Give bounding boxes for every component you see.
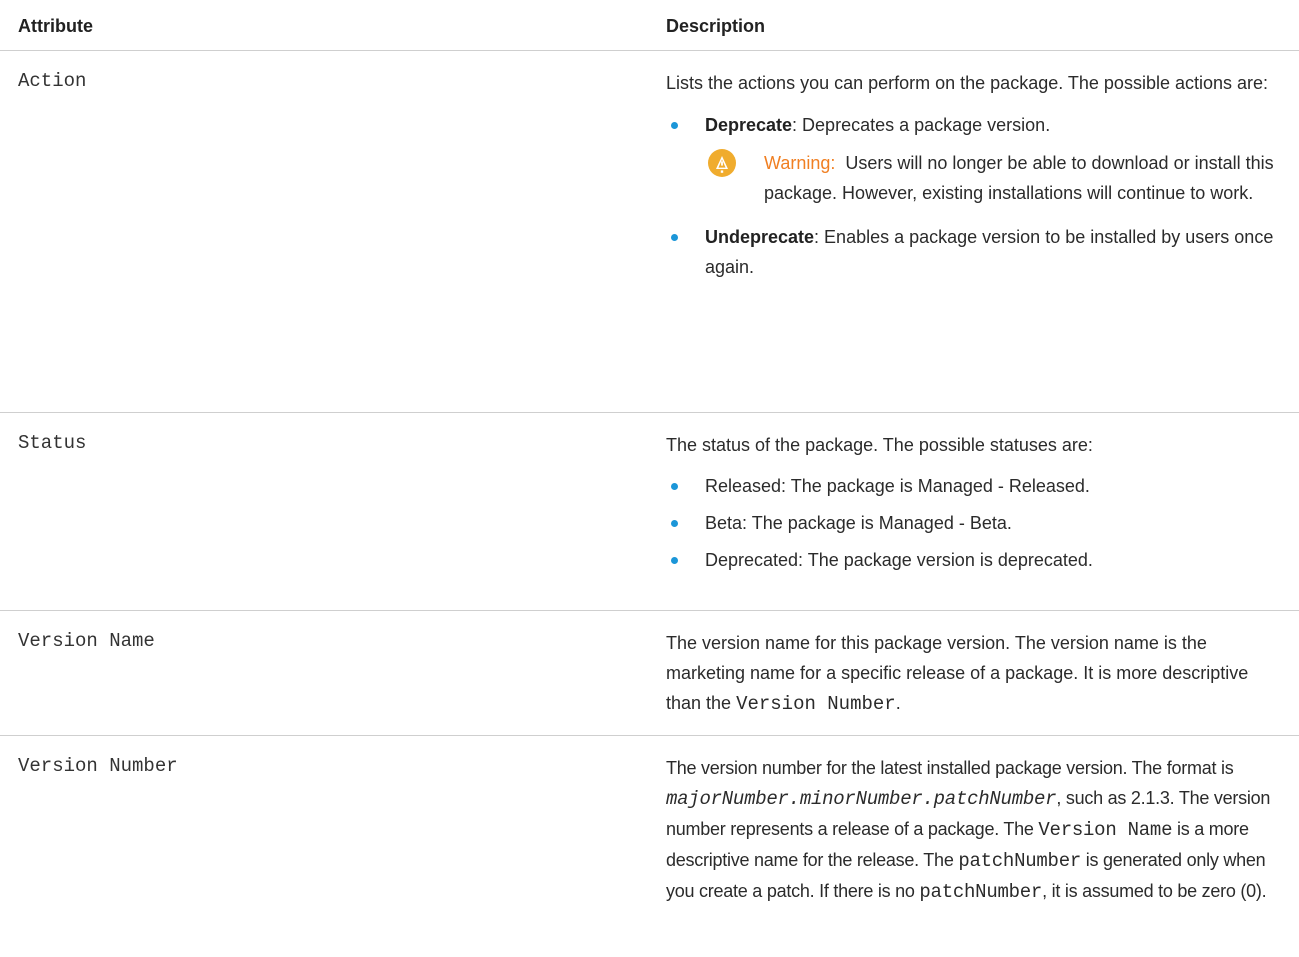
attribute-name: Action	[18, 70, 87, 92]
inline-code: patchNumber	[919, 881, 1043, 903]
inline-code: Version Number	[736, 693, 896, 715]
action-term: Deprecate	[705, 115, 793, 135]
status-item-text: Beta: The package is Managed - Beta.	[705, 513, 1012, 533]
bullet-dot	[671, 234, 678, 241]
description-text: The version name for this package versio…	[666, 628, 1285, 719]
attribute-description: The version name for this package versio…	[646, 611, 1299, 735]
bullet-dot	[671, 483, 678, 490]
bullet-dot	[671, 520, 678, 527]
inline-code: Version Name	[1038, 819, 1173, 841]
list-item: Beta: The package is Managed - Beta.	[666, 505, 1285, 542]
attribute-name: Status	[18, 432, 87, 454]
status-item-text: Deprecated: The package version is depre…	[705, 550, 1093, 570]
list-item: Undeprecate: Enables a package version t…	[666, 222, 1285, 282]
table-row: Version Name The version name for this p…	[0, 611, 1299, 736]
action-list: Deprecate: Deprecates a package version.	[666, 110, 1285, 140]
list-item: Released: The package is Managed - Relea…	[666, 468, 1285, 505]
description-intro: The status of the package. The possible …	[666, 435, 1093, 455]
bullet-dot	[671, 557, 678, 564]
description-text-part: .	[895, 693, 901, 713]
attribute-name: Version Name	[18, 630, 155, 652]
attribute-description: The version number for the latest instal…	[646, 736, 1299, 907]
bullet-dot	[671, 122, 678, 129]
description-text: The version number for the latest instal…	[666, 753, 1285, 907]
attribute-name: Version Number	[18, 755, 178, 777]
warning-label: Warning:	[764, 153, 836, 173]
attribute-description: The status of the package. The possible …	[646, 413, 1299, 610]
status-item-text: Released: The package is Managed - Relea…	[705, 476, 1090, 496]
warning-note: Warning: Users will no longer be able to…	[666, 148, 1285, 208]
action-term: Undeprecate	[705, 227, 815, 247]
list-item: Deprecated: The package version is depre…	[666, 542, 1285, 579]
warning-text: Users will no longer be able to download…	[764, 153, 1274, 203]
table-row: Status The status of the package. The po…	[0, 413, 1299, 611]
table-row: Version Number The version number for th…	[0, 736, 1299, 907]
header-description: Description	[666, 15, 766, 36]
attribute-table: Attribute Description Action Lists the a…	[0, 0, 1299, 907]
table-header: Attribute Description	[0, 0, 1299, 51]
attribute-description: Lists the actions you can perform on the…	[646, 51, 1299, 412]
table-row: Action Lists the actions you can perform…	[0, 51, 1299, 413]
inline-code: patchNumber	[958, 850, 1081, 872]
header-attribute: Attribute	[18, 15, 93, 36]
description-intro: Lists the actions you can perform on the…	[666, 73, 1269, 93]
description-text-part: The version number for the latest instal…	[666, 758, 1234, 778]
inline-code: majorNumber.minorNumber.patchNumber	[666, 788, 1057, 810]
warning-icon	[708, 149, 736, 177]
status-list: Released: The package is Managed - Relea…	[666, 468, 1285, 579]
description-text-part: , it is assumed to be zero (0).	[1042, 881, 1267, 901]
action-text: : Deprecates a package version.	[792, 115, 1051, 135]
list-item: Deprecate: Deprecates a package version.	[666, 110, 1285, 140]
action-list-2: Undeprecate: Enables a package version t…	[666, 222, 1285, 282]
